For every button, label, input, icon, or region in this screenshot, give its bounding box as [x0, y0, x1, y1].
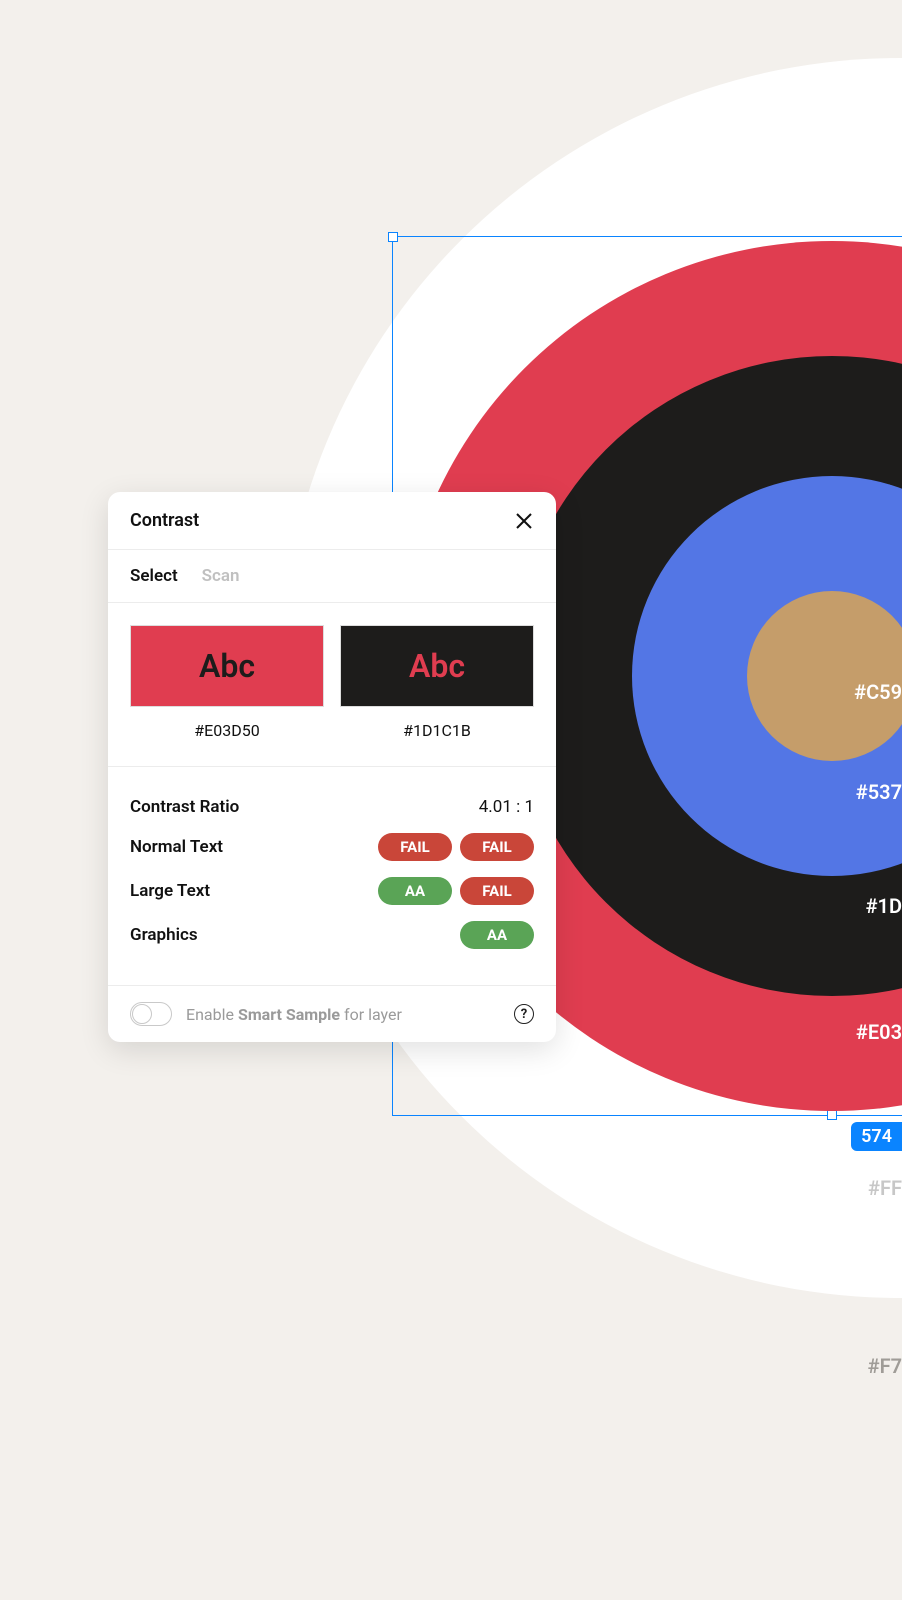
- help-icon: ?: [521, 1007, 527, 1022]
- panel-title: Contrast: [130, 510, 199, 531]
- normal-text-aaa-badge: FAIL: [460, 833, 534, 861]
- background-swatch[interactable]: Abc: [340, 625, 534, 707]
- close-button[interactable]: [514, 511, 534, 531]
- contrast-panel: Contrast Select Scan Abc #E03D50 Abc #1D…: [108, 492, 556, 1042]
- foreground-swatch-box: Abc #E03D50: [130, 625, 324, 740]
- footer-emphasis: Smart Sample: [238, 1005, 340, 1024]
- swatch-row: Abc #E03D50 Abc #1D1C1B: [108, 603, 556, 740]
- tab-scan[interactable]: Scan: [202, 566, 240, 586]
- normal-text-aa-badge: FAIL: [378, 833, 452, 861]
- footer-suffix: for layer: [340, 1005, 402, 1024]
- panel-tabs: Select Scan: [108, 550, 556, 603]
- footer-prefix: Enable: [186, 1005, 238, 1024]
- color-label-tan: #C59: [854, 680, 902, 704]
- large-text-label: Large Text: [130, 881, 210, 901]
- color-label-background: #F7: [868, 1354, 902, 1378]
- graphics-aa-badge: AA: [460, 921, 534, 949]
- close-icon: [515, 512, 533, 530]
- selection-handle-top-left[interactable]: [388, 232, 398, 242]
- selection-handle-bottom-mid[interactable]: [827, 1110, 837, 1120]
- large-text-row: Large Text AA FAIL: [130, 869, 534, 913]
- background-swatch-box: Abc #1D1C1B: [340, 625, 534, 740]
- graphics-row: Graphics AA: [130, 913, 534, 957]
- contrast-ratio-row: Contrast Ratio 4.01 : 1: [130, 789, 534, 825]
- smart-sample-label: Enable Smart Sample for layer: [186, 1005, 402, 1024]
- color-label-red: #E03: [856, 1020, 902, 1044]
- color-label-blue: #537: [856, 780, 902, 804]
- contrast-ratio-label: Contrast Ratio: [130, 797, 239, 817]
- results-section: Contrast Ratio 4.01 : 1 Normal Text FAIL…: [108, 766, 556, 986]
- color-label-black: #1D: [866, 894, 902, 918]
- panel-footer: Enable Smart Sample for layer ?: [108, 986, 556, 1042]
- normal-text-label: Normal Text: [130, 837, 223, 857]
- color-label-white: #FF: [868, 1176, 902, 1200]
- large-text-aa-badge: AA: [378, 877, 452, 905]
- panel-header: Contrast: [108, 492, 556, 550]
- tab-select[interactable]: Select: [130, 566, 178, 586]
- graphics-label: Graphics: [130, 925, 198, 945]
- foreground-swatch[interactable]: Abc: [130, 625, 324, 707]
- selection-dimension-badge: 574: [851, 1122, 902, 1151]
- smart-sample-toggle[interactable]: [130, 1002, 172, 1026]
- large-text-aaa-badge: FAIL: [460, 877, 534, 905]
- background-hex-label: #1D1C1B: [403, 721, 471, 740]
- normal-text-row: Normal Text FAIL FAIL: [130, 825, 534, 869]
- contrast-ratio-value: 4.01 : 1: [479, 797, 534, 817]
- foreground-hex-label: #E03D50: [194, 721, 259, 740]
- help-button[interactable]: ?: [514, 1004, 534, 1024]
